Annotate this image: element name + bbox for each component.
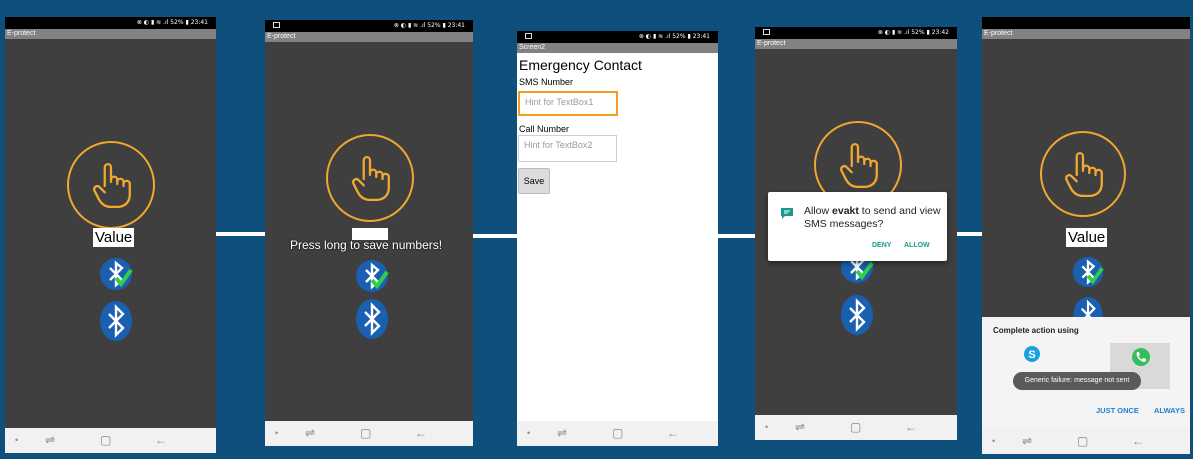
system-nav-bar: • ⇌ ▢ ←	[982, 429, 1190, 454]
status-bar: ⊗ ◐ ▮ ≋ .ıl 52% ▮ 23:42	[755, 27, 957, 39]
message-icon	[781, 208, 793, 219]
system-nav-bar: • ⇌ ▢ ←	[265, 421, 473, 446]
allow-button[interactable]: ALLOW	[904, 242, 930, 249]
recent-apps-icon[interactable]: ⇌	[557, 426, 567, 440]
call-number-input[interactable]: Hint for TextBox2	[518, 135, 617, 162]
home-icon[interactable]: ▢	[360, 426, 371, 440]
screenshot-icon	[273, 22, 280, 28]
bluetooth-connected-icon[interactable]	[1071, 255, 1105, 289]
app-chooser-sheet: Complete action using S Generic failure:…	[982, 317, 1190, 429]
flow-connector	[717, 234, 755, 238]
panic-button[interactable]	[67, 141, 155, 229]
panic-button[interactable]	[326, 134, 414, 222]
phone-screen-permission: ⊗ ◐ ▮ ≋ .ıl 52% ▮ 23:42 E-protect Allow …	[755, 27, 957, 440]
app-title-bar: E-protect	[755, 39, 957, 49]
status-bar: ⊗ ◐ ▮ ≋ .ıl 52% ▮ 23:41	[5, 17, 216, 29]
bluetooth-icon[interactable]	[98, 299, 134, 343]
sms-number-input[interactable]: Hint for TextBox1	[518, 91, 618, 116]
nav-dot-icon: •	[275, 428, 279, 438]
back-icon[interactable]: ←	[1132, 434, 1144, 448]
value-label: Value	[93, 228, 135, 247]
status-bar: ⊗ ◐ ▮ ≋ .ıl 52% ▮ 23:41	[517, 31, 718, 43]
home-icon[interactable]: ▢	[100, 433, 111, 447]
app-title: Screen2	[519, 44, 546, 51]
system-nav-bar: • ⇌ ▢ ←	[755, 415, 957, 440]
back-icon[interactable]: ←	[667, 426, 679, 440]
hand-pointer-icon	[1065, 152, 1103, 198]
screenshot-icon	[525, 33, 532, 39]
home-icon[interactable]: ▢	[850, 420, 861, 434]
nav-dot-icon: •	[992, 436, 996, 446]
status-text: ⊗ ◐ ▮ ≋ .ıl 52% ▮ 23:42	[877, 29, 949, 36]
save-button[interactable]: Save	[518, 168, 550, 194]
permission-dialog: Allow evakt to send and view SMS message…	[768, 192, 947, 261]
system-nav-bar: • ⇌ ▢ ←	[517, 421, 718, 446]
system-nav-bar: • ⇌ ▢ ←	[5, 428, 216, 453]
value-label: Value	[1066, 228, 1108, 247]
app-title: E-protect	[984, 30, 1013, 37]
skype-icon[interactable]: S	[1023, 345, 1041, 363]
hand-pointer-icon	[93, 163, 131, 209]
home-icon[interactable]: ▢	[612, 426, 623, 440]
app-title: E-protect	[267, 33, 296, 40]
bluetooth-connected-icon[interactable]	[98, 256, 134, 292]
screenshot-icon	[763, 29, 770, 35]
bluetooth-icon[interactable]	[839, 293, 875, 337]
phone-call-icon	[1132, 348, 1150, 366]
back-icon[interactable]: ←	[905, 420, 917, 434]
phone-screen-chooser: E-protect Value Complete action using S …	[982, 17, 1190, 454]
nav-dot-icon: •	[15, 435, 19, 445]
status-text: ⊗ ◐ ▮ ≋ .ıl 52% ▮ 23:41	[638, 33, 710, 40]
always-button[interactable]: ALWAYS	[1154, 406, 1185, 415]
back-icon[interactable]: ←	[415, 426, 427, 440]
phone-screen-settings: ⊗ ◐ ▮ ≋ .ıl 52% ▮ 23:41 Screen2 Emergenc…	[517, 31, 718, 446]
recent-apps-icon[interactable]: ⇌	[795, 420, 805, 434]
hand-pointer-icon	[840, 143, 878, 189]
status-text: ⊗ ◐ ▮ ≋ .ıl 52% ▮ 23:41	[136, 19, 208, 26]
nav-dot-icon: •	[765, 422, 769, 432]
app-title-bar: E-protect	[5, 29, 216, 39]
bluetooth-connected-icon[interactable]	[354, 258, 390, 294]
app-title: E-protect	[7, 30, 36, 37]
panic-button[interactable]	[1040, 131, 1126, 217]
permission-message: Allow evakt to send and view SMS message…	[804, 205, 941, 230]
call-number-label: Call Number	[519, 124, 570, 134]
phone-screen-toast: ⊗ ◐ ▮ ≋ .ıl 52% ▮ 23:41 E-protect Press …	[265, 20, 473, 446]
page-title: Emergency Contact	[519, 57, 642, 73]
recent-apps-icon[interactable]: ⇌	[45, 433, 55, 447]
home-icon[interactable]: ▢	[1077, 434, 1088, 448]
sms-number-label: SMS Number	[519, 77, 574, 87]
app-title-bar: E-protect	[982, 29, 1190, 39]
status-bar: ⊗ ◐ ▮ ≋ .ıl 52% ▮ 23:41	[265, 20, 473, 32]
flow-connector	[957, 232, 984, 236]
hand-pointer-icon	[352, 156, 390, 202]
status-text: ⊗ ◐ ▮ ≋ .ıl 52% ▮ 23:41	[393, 22, 465, 29]
app-title-bar: Screen2	[517, 43, 718, 53]
back-icon[interactable]: ←	[155, 433, 167, 447]
recent-apps-icon[interactable]: ⇌	[1022, 434, 1032, 448]
status-bar	[982, 17, 1190, 29]
sheet-title: Complete action using	[993, 326, 1079, 335]
svg-text:S: S	[1028, 349, 1035, 361]
flow-connector	[216, 232, 268, 236]
error-toast: Generic failure: message not sent	[1013, 372, 1141, 390]
app-title: E-protect	[757, 40, 786, 47]
recent-apps-icon[interactable]: ⇌	[305, 426, 315, 440]
deny-button[interactable]: DENY	[872, 242, 891, 249]
phone-screen-main: ⊗ ◐ ▮ ≋ .ıl 52% ▮ 23:41 E-protect Value …	[5, 17, 216, 453]
flow-connector	[472, 234, 517, 238]
bluetooth-icon[interactable]	[354, 297, 390, 341]
app-title-bar: E-protect	[265, 32, 473, 42]
just-once-button[interactable]: JUST ONCE	[1096, 406, 1139, 415]
toast-message: Press long to save numbers!	[290, 238, 443, 252]
nav-dot-icon: •	[527, 428, 531, 438]
